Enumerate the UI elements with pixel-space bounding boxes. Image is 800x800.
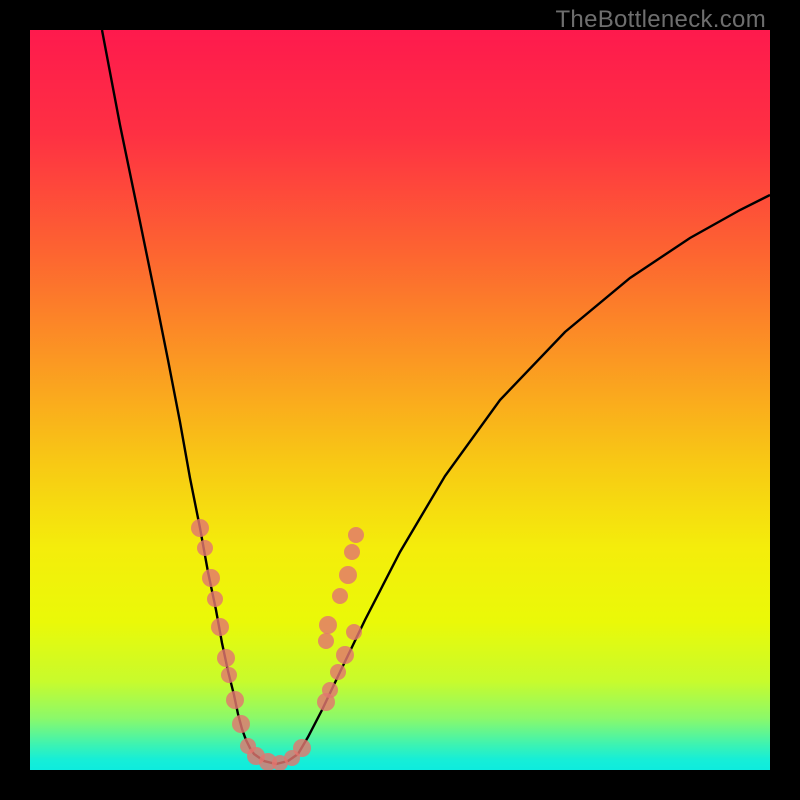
curve-lines bbox=[102, 30, 770, 764]
chart-svg bbox=[30, 30, 770, 770]
plot-area bbox=[30, 30, 770, 770]
data-point bbox=[319, 616, 337, 634]
data-point bbox=[344, 544, 360, 560]
data-point bbox=[346, 624, 362, 640]
data-point bbox=[226, 691, 244, 709]
data-point bbox=[217, 649, 235, 667]
watermark-text: TheBottleneck.com bbox=[555, 6, 766, 34]
data-point bbox=[197, 540, 213, 556]
data-point bbox=[336, 646, 354, 664]
data-point bbox=[232, 715, 250, 733]
data-point bbox=[221, 667, 237, 683]
black-frame: TheBottleneck.com bbox=[0, 0, 800, 800]
data-point bbox=[191, 519, 209, 537]
data-point bbox=[293, 739, 311, 757]
data-point bbox=[339, 566, 357, 584]
data-point bbox=[211, 618, 229, 636]
data-point bbox=[322, 682, 338, 698]
data-point bbox=[348, 527, 364, 543]
data-point bbox=[330, 664, 346, 680]
data-point bbox=[318, 633, 334, 649]
scatter-dots bbox=[191, 519, 364, 770]
bottleneck-curve bbox=[102, 30, 770, 764]
data-point bbox=[202, 569, 220, 587]
data-point bbox=[332, 588, 348, 604]
data-point bbox=[207, 591, 223, 607]
